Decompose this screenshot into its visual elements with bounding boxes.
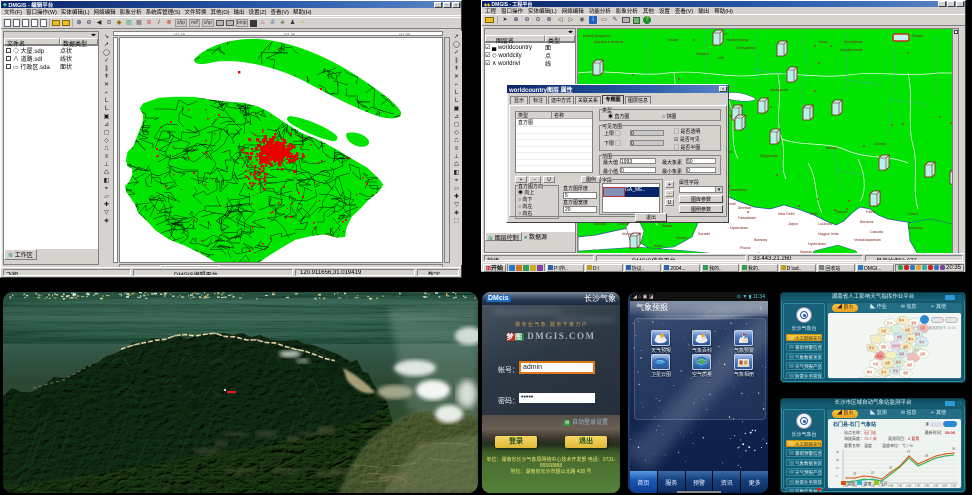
svg-text:Sanaa: Sanaa bbox=[662, 224, 672, 228]
svg-text:株洲: 株洲 bbox=[877, 354, 883, 358]
svg-text:岳阳: 岳阳 bbox=[920, 326, 926, 330]
svg-text:28: 28 bbox=[836, 450, 839, 454]
svg-text:Kazan': Kazan' bbox=[668, 38, 679, 42]
svg-text:Urumqi: Urumqi bbox=[874, 142, 886, 146]
svg-text:Ufa: Ufa bbox=[718, 56, 724, 60]
svg-text:益阳: 益阳 bbox=[885, 361, 891, 365]
svg-text:Aden: Aden bbox=[654, 244, 662, 248]
svg-text:Hyderabad: Hyderabad bbox=[808, 242, 826, 246]
svg-text:常德: 常德 bbox=[873, 362, 879, 366]
svg-text:永州: 永州 bbox=[881, 370, 887, 374]
svg-text:Calcutta: Calcutta bbox=[870, 230, 883, 234]
svg-text:Amritsar: Amritsar bbox=[738, 206, 752, 210]
svg-text:湘西: 湘西 bbox=[903, 345, 909, 349]
svg-text:26: 26 bbox=[952, 447, 956, 451]
svg-text:Delhi: Delhi bbox=[810, 212, 818, 216]
svg-text:New Delhi: New Delhi bbox=[778, 212, 795, 216]
svg-text:Russia: Russia bbox=[912, 34, 923, 38]
svg-text:20: 20 bbox=[836, 458, 839, 462]
svg-text:Kanpur: Kanpur bbox=[836, 210, 848, 214]
svg-text:衡阳: 衡阳 bbox=[907, 363, 913, 367]
svg-text:常德: 常德 bbox=[881, 329, 887, 333]
svg-text:Karaganda: Karaganda bbox=[770, 88, 788, 92]
svg-text:Novokuznetsk: Novokuznetsk bbox=[840, 48, 863, 52]
svg-text:Kyrgyzstan: Kyrgyzstan bbox=[760, 154, 778, 158]
svg-text:Yemen: Yemen bbox=[676, 236, 687, 240]
svg-text:18时: 18时 bbox=[924, 484, 930, 488]
svg-text:衡阳: 衡阳 bbox=[897, 335, 903, 339]
svg-text:郴州: 郴州 bbox=[867, 370, 873, 374]
svg-text:岳阳: 岳阳 bbox=[920, 352, 926, 356]
svg-text:4: 4 bbox=[836, 474, 838, 478]
svg-text:邵阳: 邵阳 bbox=[881, 345, 887, 349]
svg-text:20时: 20时 bbox=[942, 484, 948, 488]
svg-text:邵阳: 邵阳 bbox=[903, 371, 909, 375]
svg-text:Hyderabad: Hyderabad bbox=[730, 226, 748, 230]
svg-text:益阳: 益阳 bbox=[905, 328, 911, 332]
svg-text:Almaty: Almaty bbox=[826, 146, 837, 150]
svg-text:Islamabad: Islamabad bbox=[730, 188, 747, 192]
svg-text:12: 12 bbox=[836, 466, 839, 470]
svg-text:Chelyabinsk: Chelyabinsk bbox=[736, 46, 756, 50]
svg-text:Patna: Patna bbox=[866, 210, 875, 214]
svg-text:Bombay: Bombay bbox=[754, 238, 767, 242]
svg-text:郴州: 郴州 bbox=[908, 337, 914, 341]
svg-text:27: 27 bbox=[907, 450, 911, 454]
svg-text:Karachi: Karachi bbox=[698, 232, 710, 236]
svg-text:娄底: 娄底 bbox=[896, 360, 902, 364]
svg-text:Jaipur: Jaipur bbox=[788, 222, 799, 226]
svg-text:Nagpur India: Nagpur India bbox=[818, 232, 839, 236]
svg-text:永州: 永州 bbox=[919, 340, 925, 344]
svg-text:Qazaba ● Moskva: Qazaba ● Moskva bbox=[594, 40, 623, 44]
svg-text:Novosibirsk: Novosibirsk bbox=[844, 40, 863, 44]
svg-text:Nizhnij Novgorod: Nizhnij Novgorod bbox=[583, 34, 610, 38]
svg-text:15时: 15时 bbox=[897, 484, 903, 488]
svg-text:Lhasa: Lhasa bbox=[908, 212, 918, 216]
svg-text:21时: 21时 bbox=[951, 484, 957, 488]
svg-text:17时: 17时 bbox=[915, 484, 921, 488]
svg-text:19时: 19时 bbox=[933, 484, 939, 488]
svg-text:25: 25 bbox=[925, 454, 929, 458]
svg-text:23: 23 bbox=[889, 466, 893, 470]
svg-text:怀化: 怀化 bbox=[869, 346, 875, 350]
svg-text:14时: 14时 bbox=[888, 484, 894, 488]
svg-text:22: 22 bbox=[853, 472, 857, 476]
svg-text:Lucknow: Lucknow bbox=[818, 222, 833, 226]
svg-text:怀化: 怀化 bbox=[893, 369, 899, 373]
svg-text:Benares: Benares bbox=[860, 220, 874, 224]
svg-text:娄底: 娄底 bbox=[915, 332, 921, 336]
svg-text:22: 22 bbox=[871, 471, 875, 475]
svg-text:Vishakhapatnam: Vishakhapatnam bbox=[854, 238, 881, 242]
svg-text:Omsk: Omsk bbox=[818, 40, 828, 44]
svg-text:长沙: 长沙 bbox=[887, 321, 893, 325]
svg-text:Kunming: Kunming bbox=[908, 226, 922, 230]
svg-text:湘潭: 湘潭 bbox=[899, 352, 905, 356]
svg-text:16时: 16时 bbox=[906, 484, 912, 488]
svg-text:Yekaterinburg: Yekaterinburg bbox=[726, 38, 748, 42]
svg-text:Samara: Samara bbox=[696, 52, 709, 56]
svg-text:Poona: Poona bbox=[740, 246, 750, 250]
svg-text:Faisalabad: Faisalabad bbox=[738, 216, 756, 220]
svg-text:湘潭: 湘潭 bbox=[911, 321, 917, 325]
svg-text:株洲: 株洲 bbox=[899, 318, 905, 322]
svg-text:张家界: 张家界 bbox=[892, 344, 900, 348]
